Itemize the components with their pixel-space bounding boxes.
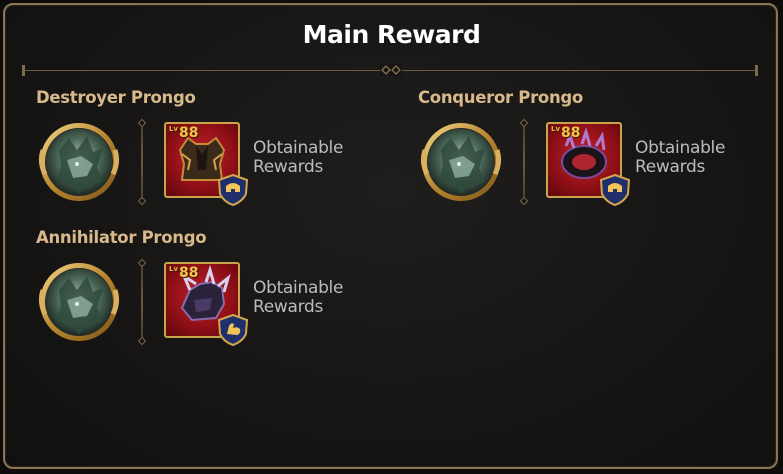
reward-item[interactable]: Lv88 (164, 122, 248, 206)
item-level: 88 (179, 125, 199, 141)
separator (523, 124, 525, 200)
boss-name: Destroyer Prongo (36, 88, 196, 107)
reward-label: Obtainable Rewards (635, 138, 726, 177)
boss-portrait[interactable] (37, 260, 121, 344)
separator (141, 124, 143, 200)
boss-portrait[interactable] (419, 120, 503, 204)
boss-portrait[interactable] (37, 120, 121, 204)
reward-item[interactable]: Lv88 (546, 122, 630, 206)
helmet-badge-icon (600, 174, 630, 206)
reward-label: Obtainable Rewards (253, 278, 344, 317)
arm-badge-icon (218, 314, 248, 346)
reward-item[interactable]: Lv88 (164, 262, 248, 346)
boss-name: Conqueror Prongo (418, 88, 583, 107)
item-level: 88 (561, 125, 581, 141)
separator (141, 264, 143, 340)
boss-name: Annihilator Prongo (36, 228, 207, 247)
helmet-badge-icon (218, 174, 248, 206)
reward-label: Obtainable Rewards (253, 138, 344, 177)
divider-ornament-icon (380, 64, 402, 76)
background-text: · · · · · · · · (170, 0, 232, 7)
dialog-title: Main Reward (302, 20, 481, 49)
item-level: 88 (179, 265, 199, 281)
